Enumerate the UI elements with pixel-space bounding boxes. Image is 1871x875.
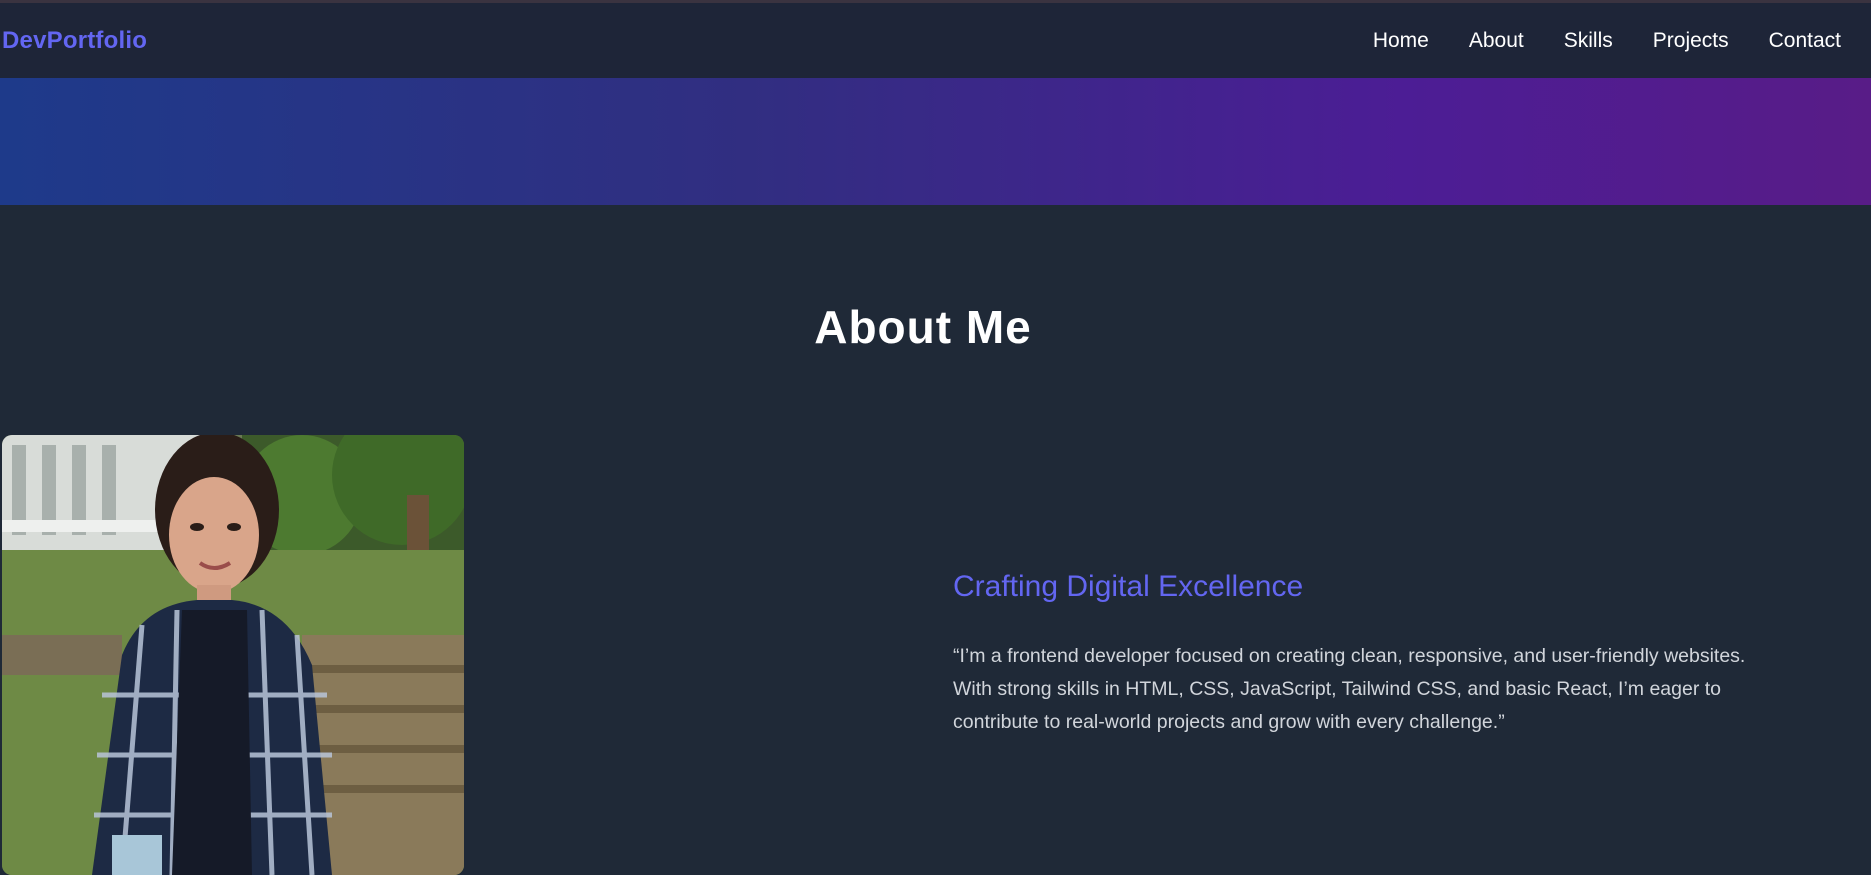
navbar: DevPortfolio Home About Skills Projects …	[0, 3, 1871, 78]
nav-link-home[interactable]: Home	[1373, 29, 1429, 53]
about-section-title: About Me	[814, 301, 1032, 353]
nav-link-projects[interactable]: Projects	[1653, 29, 1729, 53]
brand-logo-link[interactable]: DevPortfolio	[2, 27, 147, 55]
nav-link-skills[interactable]: Skills	[1564, 29, 1613, 53]
gradient-banner	[0, 78, 1871, 205]
nav-link-contact[interactable]: Contact	[1769, 29, 1841, 53]
bio-line: “I’m a frontend developer focused on cre…	[953, 645, 1746, 667]
profile-photo	[2, 435, 464, 875]
about-text-block: Crafting Digital Excellence “I’m a front…	[953, 570, 1853, 739]
bio-line: With strong skills in HTML, CSS, JavaScr…	[953, 678, 1722, 700]
bio-line: contribute to real-world projects and gr…	[953, 711, 1505, 733]
nav-link-about[interactable]: About	[1469, 29, 1524, 53]
about-bio: “I’m a frontend developer focused on cre…	[953, 640, 1853, 739]
nav-links: Home About Skills Projects Contact	[1333, 29, 1841, 53]
about-tagline: Crafting Digital Excellence	[953, 570, 1304, 603]
